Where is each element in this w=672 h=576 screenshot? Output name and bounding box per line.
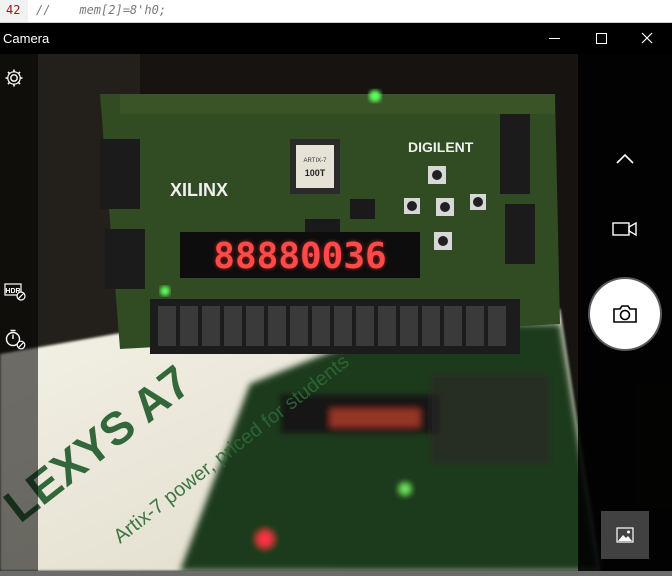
chevron-up-icon[interactable] xyxy=(613,151,637,165)
close-icon xyxy=(641,32,653,44)
chip-model: 100T xyxy=(305,168,326,178)
camera-window: Camera LEXYS A7 Artix-7 power, priced fo… xyxy=(0,23,672,576)
hdr-off-icon[interactable]: HDR xyxy=(4,281,26,301)
camera-viewfinder[interactable]: LEXYS A7 Artix-7 power, priced for stude… xyxy=(0,54,672,571)
minimize-button[interactable] xyxy=(532,23,578,54)
close-button[interactable] xyxy=(624,23,670,54)
settings-icon[interactable] xyxy=(4,68,24,88)
video-icon[interactable] xyxy=(612,221,638,237)
camera-icon xyxy=(613,305,637,323)
left-control-bar xyxy=(0,54,38,571)
maximize-button[interactable] xyxy=(578,23,624,54)
gallery-thumbnail[interactable] xyxy=(601,511,649,559)
fpga-board: ARTIX-7 100T XILINX DIGILENT 88880036 88… xyxy=(100,90,560,354)
photo-shutter-button[interactable] xyxy=(590,279,660,349)
code-comment: // mem[2]=8'h0; xyxy=(36,3,167,17)
chip-label: ARTIX-7 xyxy=(304,158,328,164)
board-brand: XILINX xyxy=(170,180,228,200)
title-bar[interactable]: Camera xyxy=(0,23,672,54)
board-vendor: DIGILENT xyxy=(408,139,474,155)
taskbar-edge xyxy=(0,571,672,576)
seven-segment-display: 88880036 xyxy=(213,236,386,277)
image-icon xyxy=(616,527,634,543)
board-scene: LEXYS A7 Artix-7 power, priced for stude… xyxy=(0,54,672,571)
window-title: Camera xyxy=(3,31,50,46)
timer-off-icon[interactable] xyxy=(4,328,26,350)
line-number: 42 xyxy=(6,3,21,17)
editor-code-line: 42 // mem[2]=8'h0; xyxy=(0,0,672,23)
